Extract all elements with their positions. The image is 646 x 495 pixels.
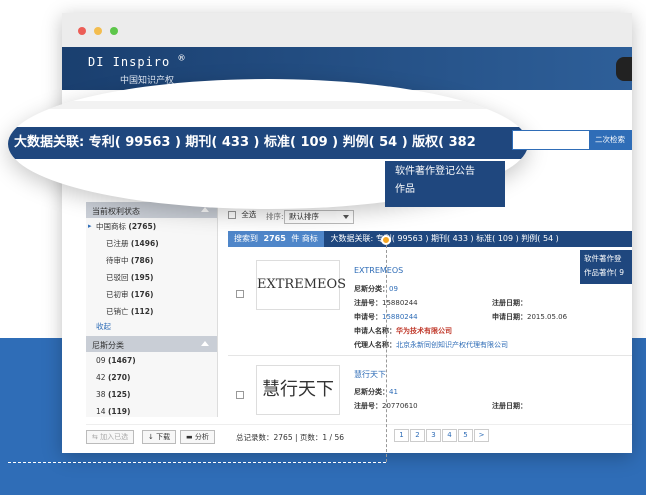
highlight-pin-icon: [381, 235, 391, 245]
sidebar-section-nice[interactable]: 尼斯分类: [86, 336, 217, 352]
collapse-up-icon[interactable]: [201, 341, 209, 346]
maximize-window-dot[interactable]: [110, 27, 118, 35]
sort-select-value: 默认排序: [289, 212, 319, 221]
dropdown-item[interactable]: 软件著作登记公告: [395, 163, 495, 181]
guide-line-vertical: [386, 240, 387, 462]
select-all-label: 全选: [241, 210, 257, 219]
record-reg-date: 注册日期：: [492, 299, 527, 307]
page-5[interactable]: 5: [458, 429, 473, 442]
result-summary-bar: 搜索到 2765 件 商标 大数据关联: 专利( 99563 ) 期刊( 433…: [228, 231, 632, 247]
record-title[interactable]: 慧行天下: [354, 369, 386, 380]
trademark-image[interactable]: EXTREMEOS: [256, 260, 346, 310]
close-window-dot[interactable]: [78, 27, 86, 35]
filter-sidebar: 当前权利状态 中国商标 (2765) 已注册 (1496) 待审中 (786) …: [86, 202, 218, 417]
record-reg-date: 注册日期：: [492, 402, 527, 410]
record-title[interactable]: EXTREMEOS: [354, 266, 403, 275]
folder-icon: ▬: [186, 433, 193, 441]
result-footer: ⇆ 加入已选 ↓ 下载 ▬ 分析 总记录数：2765 | 页数：1 / 56 1…: [86, 424, 632, 448]
minimize-window-dot[interactable]: [94, 27, 102, 35]
secondary-search[interactable]: 二次检索: [512, 130, 632, 150]
page-3[interactable]: 3: [426, 429, 441, 442]
zoom-gray-strip: [8, 101, 528, 109]
logo-trademark: ®: [178, 53, 186, 64]
record-divider: [228, 355, 632, 356]
select-all-checkbox[interactable]: [228, 211, 236, 219]
collapse-up-icon[interactable]: [201, 207, 209, 212]
sidebar-item-china-trademark[interactable]: 中国商标 (2765): [86, 218, 217, 235]
sidebar-section-title: 当前权利状态: [92, 207, 140, 216]
result-toolbar: 全选 排序: 默认排序: [228, 209, 632, 227]
sidebar-item-registered[interactable]: 已注册 (1496): [86, 235, 217, 252]
logo-text: DI Inspiro: [88, 55, 171, 69]
pagination: 1 2 3 4 5 >: [394, 429, 490, 442]
sidebar-item-nice-38[interactable]: 38 (125): [86, 386, 217, 403]
add-to-selected-button[interactable]: ⇆ 加入已选: [86, 430, 135, 444]
record-checkbox[interactable]: [236, 290, 244, 298]
page-1[interactable]: 1: [394, 429, 409, 442]
sidebar-collapse-link[interactable]: 收起: [86, 320, 217, 334]
zoom-related-bar: 大数据关联: 专利( 99563 ) 期刊( 433 ) 标准( 109 ) 判…: [8, 127, 528, 159]
guide-line-horizontal: [8, 462, 386, 463]
sidebar-item-nice-14[interactable]: 14 (119): [86, 403, 217, 420]
sort-select[interactable]: 默认排序: [284, 210, 354, 224]
related-data-links[interactable]: 大数据关联: 专利( 99563 ) 期刊( 433 ) 标准( 109 ) 判…: [326, 234, 558, 243]
sidebar-item-expired[interactable]: 已销亡 (112): [86, 303, 217, 320]
window-titlebar: [62, 13, 632, 47]
total-records: 总记录数：2765 | 页数：1 / 56: [236, 433, 344, 442]
record-agent: 代理人名称：北京永新同创知识产权代理有限公司: [354, 341, 508, 349]
logo: DI Inspiro ®: [88, 53, 186, 69]
secondary-search-button[interactable]: 二次检索: [589, 131, 631, 149]
dropdown-item[interactable]: 作品: [395, 181, 495, 199]
page-next[interactable]: >: [474, 429, 489, 442]
sort-label: 排序:: [266, 212, 284, 221]
sidebar-item-rejected[interactable]: 已驳回 (195): [86, 269, 217, 286]
record-checkbox[interactable]: [236, 391, 244, 399]
download-button[interactable]: ↓ 下载: [142, 430, 177, 444]
page-2[interactable]: 2: [410, 429, 425, 442]
record-nice: 尼斯分类：41: [354, 388, 398, 396]
chevron-down-icon: [343, 215, 349, 219]
record-applicant: 申请人名称：华为技术有限公司: [354, 327, 452, 335]
result-record: EXTREMEOS EXTREMEOS 尼斯分类：09 注册号：15880244…: [228, 260, 632, 350]
related-dropdown-large[interactable]: 软件著作登记公告 作品: [385, 161, 505, 207]
result-record: 慧行天下 慧行天下 尼斯分类：41 注册号：20770610 注册日期：: [228, 365, 632, 415]
sidebar-item-preliminary[interactable]: 已初审 (176): [86, 286, 217, 303]
record-nice: 尼斯分类：09: [354, 285, 398, 293]
sidebar-section-title: 尼斯分类: [92, 341, 124, 350]
sidebar-item-pending[interactable]: 待审中 (786): [86, 252, 217, 269]
trademark-image[interactable]: 慧行天下: [256, 365, 340, 415]
record-app-date: 申请日期：2015.05.06: [492, 313, 568, 321]
user-avatar[interactable]: [616, 57, 632, 81]
download-icon: ↓: [148, 433, 154, 441]
sidebar-item-nice-09[interactable]: 09 (1467): [86, 352, 217, 369]
sidebar-item-nice-42[interactable]: 42 (270): [86, 369, 217, 386]
result-count: 搜索到 2765 件 商标: [228, 231, 324, 247]
page-4[interactable]: 4: [442, 429, 457, 442]
analyze-button[interactable]: ▬ 分析: [180, 430, 215, 444]
result-count-number: 2765: [263, 234, 286, 243]
